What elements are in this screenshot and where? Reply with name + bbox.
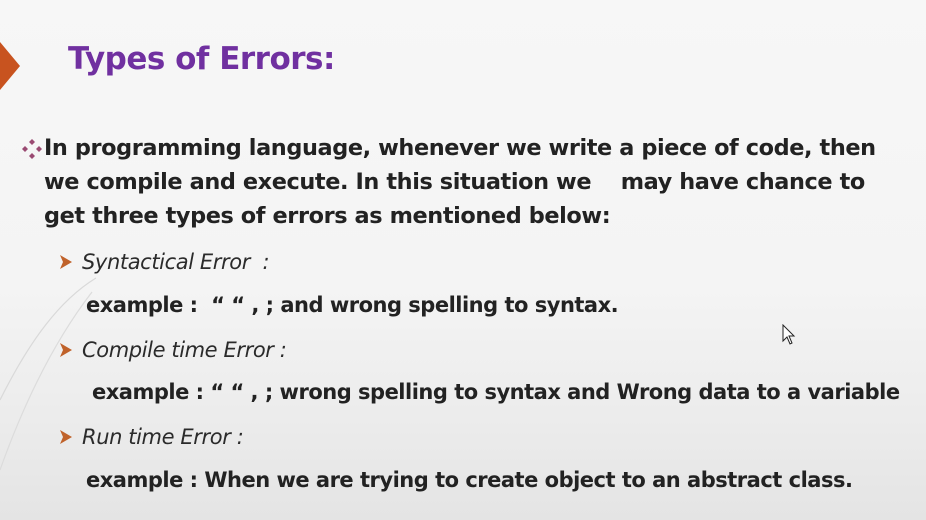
mouse-cursor-icon [782,324,796,345]
slide-title: Types of Errors: [68,41,335,77]
diamond-bullet-icon [22,139,42,159]
error-type-run-time: Run time Error : [58,425,244,449]
error-type-syntactical: Syntactical Error : [58,250,270,274]
arrow-tab-icon [0,42,20,90]
presentation-slide: Types of Errors: In programming language… [0,0,926,520]
arrow-bullet-icon [60,343,72,357]
error-type-compile-time: Compile time Error : [58,338,287,362]
arrow-bullet-icon [60,430,72,444]
intro-paragraph: In programming language, whenever we wri… [20,131,926,233]
error-type-label: Compile time Error : [82,338,287,362]
error-example-run-time: example : When we are trying to create o… [86,468,853,492]
error-example-syntactical: example : “ “ , ; and wrong spelling to … [86,293,619,317]
intro-text: In programming language, whenever we wri… [44,135,876,229]
error-type-label: Run time Error : [82,425,244,449]
arrow-bullet-icon [60,255,72,269]
error-type-label: Syntactical Error : [82,250,270,274]
error-example-compile-time: example : “ “ , ; wrong spelling to synt… [92,380,900,404]
